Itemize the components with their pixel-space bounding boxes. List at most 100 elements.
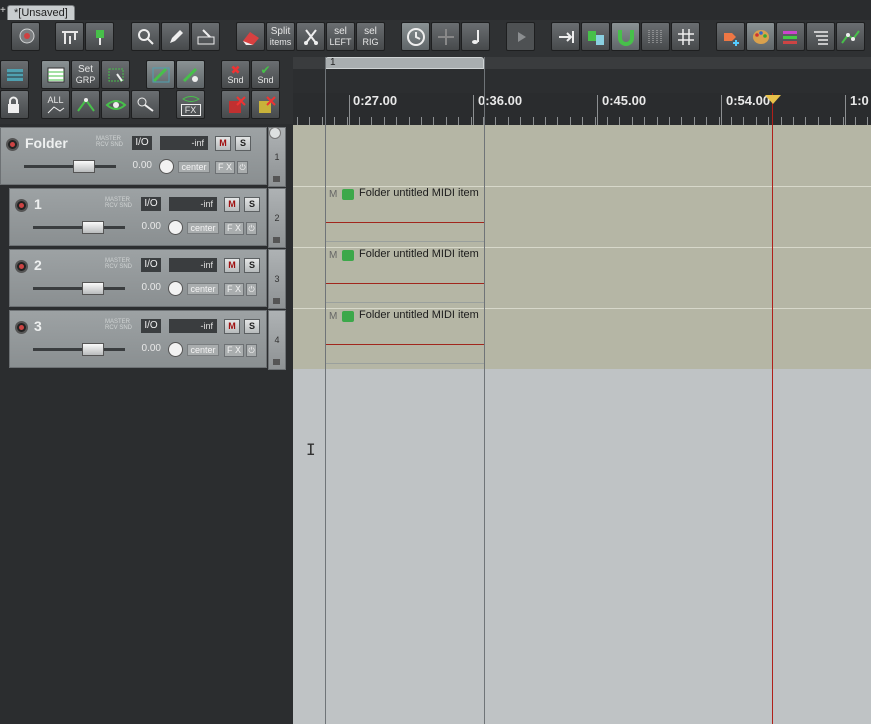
grid-lines-button[interactable] — [641, 22, 670, 51]
lock-button[interactable] — [0, 90, 29, 119]
grid-button[interactable] — [671, 22, 700, 51]
ripple-edit-button[interactable] — [55, 22, 84, 51]
mute-button[interactable]: M — [224, 319, 240, 334]
io-button[interactable]: I/O — [141, 258, 161, 272]
track-header[interactable]: 2 MASTER RCV SND I/O -inf M S 0.00 center… — [9, 249, 267, 307]
track-grid-button[interactable] — [41, 60, 70, 89]
track-name[interactable]: 1 — [34, 196, 42, 212]
undo-history-button[interactable] — [11, 22, 40, 51]
fx-button[interactable]: F X — [224, 222, 244, 235]
solo-button[interactable]: S — [244, 258, 260, 273]
cut-button[interactable] — [296, 22, 325, 51]
link-hand-button[interactable] — [176, 60, 205, 89]
io-button[interactable]: I/O — [141, 319, 161, 333]
tempo-envelope-button[interactable] — [431, 22, 460, 51]
midi-item[interactable]: M Folder untitled MIDI item — [325, 247, 484, 305]
link-items-button[interactable] — [146, 60, 175, 89]
time-selection-end[interactable] — [484, 57, 485, 724]
region-marker[interactable]: 1 — [325, 57, 484, 69]
set-group-button[interactable]: Set GRP — [71, 60, 100, 89]
empty-arrange-area[interactable] — [293, 369, 871, 724]
color-palette-button[interactable] — [746, 22, 775, 51]
record-arm-icon[interactable] — [15, 260, 28, 273]
mute-remove-button[interactable] — [221, 90, 250, 119]
mute-button[interactable]: M — [215, 136, 231, 151]
solo-button[interactable]: S — [244, 319, 260, 334]
track-header-folder[interactable]: Folder MASTER RCV SND I/O -inf M S 0.00 c… — [0, 127, 267, 185]
insert-track-button[interactable] — [716, 22, 745, 51]
note-button[interactable] — [461, 22, 490, 51]
group-select-button[interactable] — [101, 60, 130, 89]
envelope-points-button[interactable] — [836, 22, 865, 51]
track-header[interactable]: 1 MASTER RCV SND I/O -inf M S 0.00 center… — [9, 188, 267, 246]
track-list-button[interactable] — [806, 22, 835, 51]
move-right-button[interactable] — [551, 22, 580, 51]
track-number-cell[interactable]: 4 — [268, 310, 286, 370]
fx-bypass-icon[interactable]: ⏻ — [237, 161, 248, 174]
solo-button[interactable]: S — [235, 136, 251, 151]
show-envelope-button[interactable] — [101, 90, 130, 119]
volume-fader-track[interactable] — [33, 348, 125, 351]
volume-fader-knob[interactable] — [82, 282, 104, 295]
show-fx-button[interactable]: FX — [176, 90, 205, 119]
folder-state-icon[interactable] — [273, 359, 280, 365]
midi-item[interactable]: M Folder untitled MIDI item — [325, 308, 484, 366]
playhead-marker-icon[interactable] — [765, 95, 781, 104]
eraser-button[interactable] — [236, 22, 265, 51]
volume-fader-track[interactable] — [33, 226, 125, 229]
record-arm-icon[interactable] — [15, 199, 28, 212]
all-envelopes-button[interactable]: ALL — [41, 90, 70, 119]
play-button[interactable] — [506, 22, 535, 51]
folder-state-icon[interactable] — [273, 237, 280, 243]
timeline-ruler[interactable]: 0:27.00 0:36.00 0:45.00 0:54.00 1:0 — [293, 93, 871, 125]
fx-button[interactable]: F X — [224, 283, 244, 296]
folder-state-icon[interactable] — [273, 298, 280, 304]
chevron-down-icon[interactable] — [269, 127, 281, 139]
glue-button[interactable] — [191, 22, 220, 51]
split-items-button[interactable]: Split items — [266, 22, 295, 51]
io-button[interactable]: I/O — [141, 197, 161, 211]
project-tab[interactable]: *[Unsaved] — [7, 5, 75, 20]
volume-fader-track[interactable] — [33, 287, 125, 290]
track-name[interactable]: Folder — [25, 135, 68, 151]
volume-fader-knob[interactable] — [73, 160, 95, 173]
track-name[interactable]: 2 — [34, 257, 42, 273]
select-right-button[interactable]: sel RIG — [356, 22, 385, 51]
solo-button[interactable]: S — [244, 197, 260, 212]
track-number-cell[interactable]: 3 — [268, 249, 286, 309]
pan-knob[interactable] — [159, 159, 174, 174]
snap-magnet-button[interactable] — [611, 22, 640, 51]
pan-knob[interactable] — [168, 342, 183, 357]
record-arm-icon[interactable] — [15, 321, 28, 334]
send-remove-button[interactable]: ✖ Snd — [221, 60, 250, 89]
track-name[interactable]: 3 — [34, 318, 42, 334]
marker-button[interactable] — [85, 22, 114, 51]
time-selection-start[interactable] — [325, 57, 326, 724]
marker-lane[interactable] — [293, 69, 871, 93]
zoom-button[interactable] — [131, 22, 160, 51]
fx-button[interactable]: F X — [215, 161, 235, 174]
pencil-button[interactable] — [161, 22, 190, 51]
track-header[interactable]: 3 MASTER RCV SND I/O -inf M S 0.00 center… — [9, 310, 267, 368]
select-left-button[interactable]: sel LEFT — [326, 22, 355, 51]
envelope-mode-button[interactable] — [71, 90, 100, 119]
volume-fader-knob[interactable] — [82, 343, 104, 356]
pan-knob[interactable] — [168, 281, 183, 296]
fx-bypass-icon[interactable]: ⏻ — [246, 344, 257, 357]
mute-button[interactable]: M — [224, 258, 240, 273]
volume-fader-track[interactable] — [24, 165, 116, 168]
send-accept-button[interactable]: ✔ Snd — [251, 60, 280, 89]
folder-state-icon[interactable] — [273, 176, 280, 182]
track-number-cell[interactable]: 2 — [268, 188, 286, 248]
mixer-layout-button[interactable] — [0, 60, 29, 89]
fx-button[interactable]: F X — [224, 344, 244, 357]
fx-bypass-icon[interactable]: ⏻ — [246, 283, 257, 296]
mute-button[interactable]: M — [224, 197, 240, 212]
pan-knob[interactable] — [168, 220, 183, 235]
track-color-button[interactable] — [776, 22, 805, 51]
metronome-clock-button[interactable] — [401, 22, 430, 51]
fx-bypass-icon[interactable]: ⏻ — [246, 222, 257, 235]
io-button[interactable]: I/O — [132, 136, 152, 150]
midi-item[interactable]: M Folder untitled MIDI item — [325, 186, 484, 244]
envelope-points-toggle-button[interactable] — [131, 90, 160, 119]
